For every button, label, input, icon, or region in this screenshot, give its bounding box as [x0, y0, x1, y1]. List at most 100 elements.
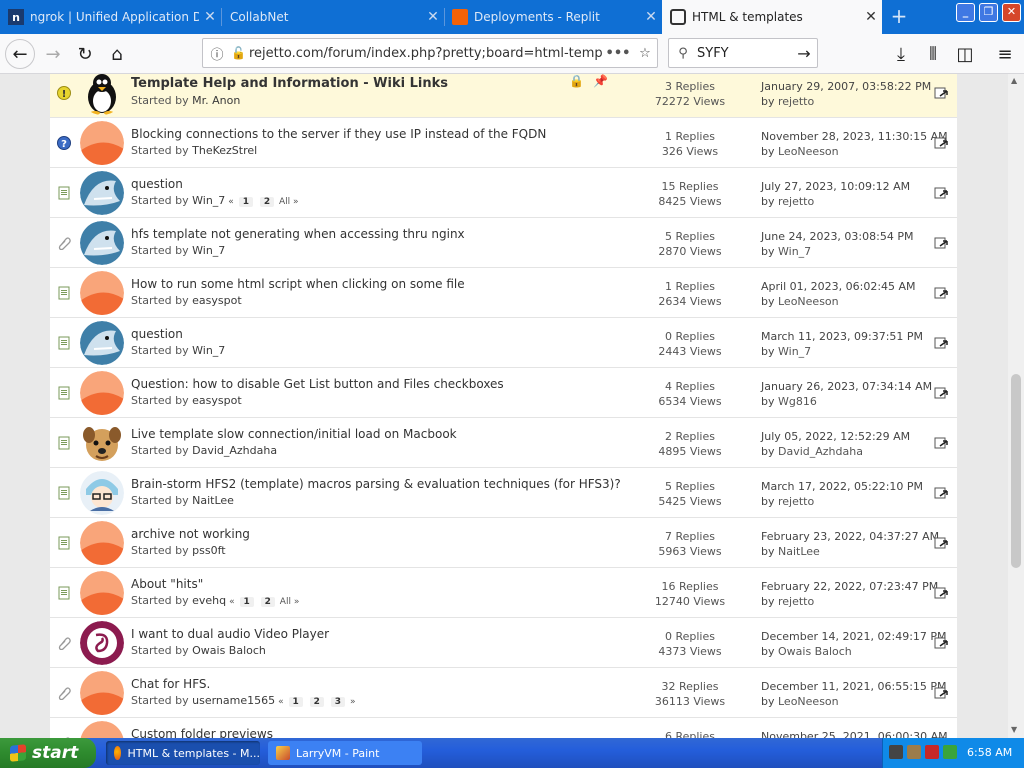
avatar[interactable] — [80, 571, 124, 615]
avatar[interactable] — [80, 721, 124, 738]
starter-user-link[interactable]: Win_7 — [192, 194, 225, 207]
page-nav-link[interactable]: « — [228, 197, 234, 207]
avatar[interactable] — [80, 371, 124, 415]
last-post-user-link[interactable]: rejetto — [778, 195, 814, 208]
tab-1[interactable]: CollabNet ✕ — [222, 0, 444, 34]
page-link[interactable]: 1 — [239, 597, 254, 607]
taskbar-item-paint[interactable]: LarryVM - Paint — [268, 741, 422, 765]
new-tab-button[interactable]: + — [884, 0, 914, 34]
topic-subject-link[interactable]: archive not working — [131, 527, 250, 541]
starter-user-link[interactable]: Mr. Anon — [192, 94, 240, 107]
forward-button[interactable]: → — [38, 39, 68, 69]
reload-button[interactable]: ↻ — [70, 39, 100, 69]
maximize-button[interactable]: ❐ — [979, 3, 998, 22]
starter-user-link[interactable]: easyspot — [192, 294, 242, 307]
page-actions-icon[interactable]: ••• — [603, 46, 633, 61]
starter-user-link[interactable]: evehq — [192, 594, 226, 607]
topic-subject-link[interactable]: I want to dual audio Video Player — [131, 627, 329, 641]
close-tab-icon[interactable]: ✕ — [199, 9, 221, 25]
tab-2[interactable]: Deployments - Replit ✕ — [444, 0, 662, 34]
vertical-scrollbar[interactable]: ▲ ▼ — [1008, 74, 1024, 738]
topic-subject-link[interactable]: question — [131, 327, 183, 341]
topic-subject-link[interactable]: Template Help and Information - Wiki Lin… — [131, 76, 448, 91]
page-nav-link[interactable]: » — [294, 597, 300, 607]
page-nav-link[interactable]: « — [229, 597, 235, 607]
back-button[interactable]: ← — [5, 39, 35, 69]
starter-user-link[interactable]: TheKezStrel — [192, 144, 257, 157]
topic-subject-link[interactable]: hfs template not generating when accessi… — [131, 227, 465, 241]
volume-tray-icon[interactable] — [943, 745, 957, 759]
network-tray-icon[interactable] — [907, 745, 921, 759]
hfs-tray-icon[interactable] — [889, 745, 903, 759]
page-nav-link[interactable]: All — [280, 597, 291, 607]
go-to-last-post-icon[interactable] — [934, 686, 948, 700]
page-nav-link[interactable]: All — [279, 197, 290, 207]
close-tab-icon[interactable]: ✕ — [422, 9, 444, 25]
last-post-user-link[interactable]: rejetto — [778, 495, 814, 508]
go-to-last-post-icon[interactable] — [934, 436, 948, 450]
info-icon[interactable]: ⓘ — [203, 44, 231, 63]
page-link[interactable]: 1 — [238, 197, 253, 207]
avatar[interactable] — [80, 471, 124, 515]
insecure-lock-icon[interactable]: 🔓 — [231, 46, 249, 60]
taskbar-item-firefox[interactable]: HTML & templates - M... — [106, 741, 260, 765]
page-link[interactable]: 3 — [330, 697, 346, 707]
minimize-button[interactable]: _ — [956, 3, 975, 22]
topic-subject-link[interactable]: Chat for HFS. — [131, 677, 210, 691]
page-link[interactable]: 2 — [259, 197, 275, 207]
url-text[interactable]: rejetto.com/forum/index.php?pretty;board… — [249, 46, 603, 61]
search-go-icon[interactable]: → — [791, 44, 817, 63]
sidebar-icon[interactable]: ◫ — [950, 39, 980, 69]
topic-subject-link[interactable]: Custom folder previews — [131, 727, 273, 738]
starter-user-link[interactable]: Win_7 — [192, 244, 225, 257]
page-nav-link[interactable]: » — [293, 197, 299, 207]
close-tab-icon[interactable]: ✕ — [860, 9, 882, 25]
starter-user-link[interactable]: Owais Baloch — [192, 644, 266, 657]
topic-subject-link[interactable]: Brain-storm HFS2 (template) macros parsi… — [131, 477, 621, 491]
menu-icon[interactable]: ≡ — [990, 39, 1020, 69]
go-to-last-post-icon[interactable] — [934, 186, 948, 200]
go-to-last-post-icon[interactable] — [934, 386, 948, 400]
page-link[interactable]: 1 — [288, 697, 303, 707]
downloads-icon[interactable]: ⤓ — [886, 39, 916, 69]
page-link[interactable]: 2 — [309, 697, 324, 707]
starter-user-link[interactable]: Win_7 — [192, 344, 225, 357]
avatar[interactable] — [80, 221, 124, 265]
page-nav-link[interactable]: » — [350, 697, 356, 707]
starter-user-link[interactable]: pss0ft — [192, 544, 225, 557]
url-bar[interactable]: ⓘ 🔓 rejetto.com/forum/index.php?pretty;b… — [202, 38, 658, 68]
scroll-thumb[interactable] — [1011, 374, 1021, 568]
topic-subject-link[interactable]: How to run some html script when clickin… — [131, 277, 465, 291]
close-window-button[interactable]: ✕ — [1002, 3, 1021, 22]
last-post-user-link[interactable]: rejetto — [778, 595, 814, 608]
go-to-last-post-icon[interactable] — [934, 136, 948, 150]
last-post-user-link[interactable]: David_Azhdaha — [778, 445, 863, 458]
start-button[interactable]: start — [0, 738, 96, 768]
avatar[interactable] — [80, 621, 124, 665]
avatar[interactable] — [80, 74, 124, 115]
avatar[interactable] — [80, 171, 124, 215]
last-post-user-link[interactable]: Wg816 — [778, 395, 817, 408]
bookmark-star-icon[interactable]: ☆ — [633, 46, 657, 61]
starter-user-link[interactable]: easyspot — [192, 394, 242, 407]
tab-3[interactable]: HTML & templates ✕ — [662, 0, 882, 34]
scroll-down-icon[interactable]: ▼ — [1011, 725, 1017, 734]
avatar[interactable] — [80, 321, 124, 365]
last-post-user-link[interactable]: LeoNeeson — [778, 295, 839, 308]
tab-0[interactable]: n ngrok | Unified Application Delive✕ — [0, 0, 221, 34]
search-bar[interactable]: ⚲ SYFY → — [668, 38, 818, 68]
go-to-last-post-icon[interactable] — [934, 486, 948, 500]
home-button[interactable]: ⌂ — [102, 39, 132, 69]
avatar[interactable] — [80, 521, 124, 565]
last-post-user-link[interactable]: LeoNeeson — [778, 695, 839, 708]
topic-subject-link[interactable]: Blocking connections to the server if th… — [131, 127, 546, 141]
avatar[interactable] — [80, 271, 124, 315]
avatar[interactable] — [80, 421, 124, 465]
last-post-user-link[interactable]: LeoNeeson — [778, 145, 839, 158]
topic-subject-link[interactable]: question — [131, 177, 183, 191]
starter-user-link[interactable]: username1565 — [192, 694, 275, 707]
search-input[interactable]: SYFY — [697, 46, 791, 61]
last-post-user-link[interactable]: rejetto — [778, 95, 814, 108]
go-to-last-post-icon[interactable] — [934, 236, 948, 250]
go-to-last-post-icon[interactable] — [934, 636, 948, 650]
